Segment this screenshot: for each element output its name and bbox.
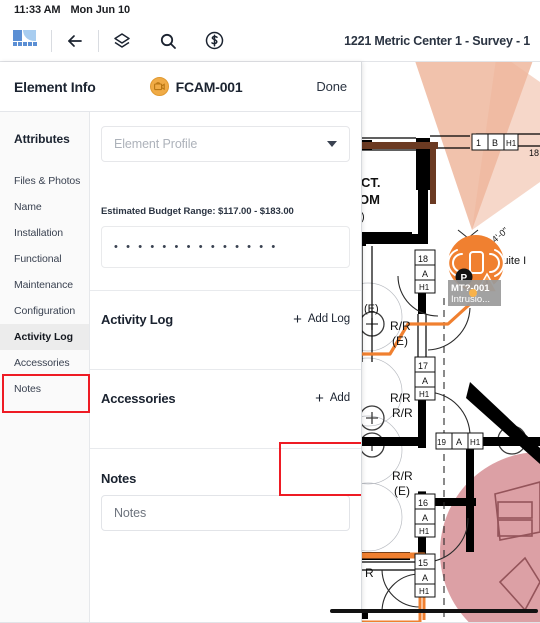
svg-text:H1: H1: [419, 283, 430, 292]
svg-text:A: A: [422, 376, 428, 386]
accessories-section: Accessories + Add: [101, 370, 350, 426]
activity-log-section: Activity Log + Add Log: [101, 291, 350, 347]
highlight-accessories-add: [279, 442, 361, 496]
svg-text:17: 17: [418, 361, 428, 371]
svg-text:H1: H1: [419, 527, 430, 536]
sidebar-item-accessories[interactable]: Accessories: [0, 350, 89, 376]
nav-header-attributes: Attributes: [14, 132, 70, 146]
svg-text:1: 1: [476, 138, 481, 148]
plus-icon: +: [315, 389, 324, 407]
svg-text:A: A: [456, 437, 462, 447]
svg-text:(E): (E): [394, 484, 410, 498]
camera-icon: [149, 77, 169, 96]
add-log-button[interactable]: + Add Log: [293, 312, 350, 327]
notes-title: Notes: [101, 471, 137, 486]
section-divider-3: [90, 448, 361, 449]
plus-icon: +: [293, 310, 302, 328]
sidebar-item-activity-log[interactable]: Activity Log: [0, 324, 89, 350]
app-root: 11:33 AM Mon Jun 10 CT. OM) Suite I R/R…: [0, 0, 540, 623]
search-icon[interactable]: [145, 20, 191, 62]
svg-text:A: A: [422, 269, 428, 279]
status-date: Mon Jun 10: [70, 4, 130, 16]
done-button[interactable]: Done: [316, 79, 347, 94]
document-title: 1221 Metric Center 1 - Survey - 1: [344, 34, 530, 48]
svg-text:OM: OM: [359, 192, 380, 207]
svg-text:H1: H1: [470, 438, 481, 447]
svg-text:R: R: [365, 566, 374, 580]
sidebar-item-maintenance[interactable]: Maintenance: [0, 272, 89, 298]
svg-text:18: 18: [418, 254, 428, 264]
horizontal-scrollbar[interactable]: [330, 609, 538, 613]
svg-text:H1: H1: [419, 587, 430, 596]
sidebar-item-functional[interactable]: Functional: [0, 246, 89, 272]
page-title: Element Info: [14, 78, 96, 95]
layers-icon[interactable]: [99, 20, 145, 62]
sidebar-item-installation[interactable]: Installation: [0, 220, 89, 246]
top-toolbar: 1221 Metric Center 1 - Survey - 1: [0, 20, 540, 62]
add-accessory-label: Add: [329, 392, 350, 404]
svg-text:(E): (E): [392, 334, 408, 348]
add-log-label: Add Log: [307, 313, 350, 325]
svg-text:A: A: [422, 573, 428, 583]
svg-text:19: 19: [437, 438, 446, 447]
attributes-content: Element Profile Estimated Budget Range: …: [90, 112, 361, 623]
element-info-panel: Element Info FCAM-001 Done Attributes Fi…: [0, 62, 362, 623]
svg-text:R/R: R/R: [392, 469, 413, 483]
element-identifier: FCAM-001: [149, 77, 243, 96]
panel-body: Attributes Files & Photos Name Installat…: [0, 112, 361, 623]
panel-header: Element Info FCAM-001 Done: [0, 62, 361, 112]
element-profile-placeholder: Element Profile: [114, 137, 198, 151]
element-profile-field: Element Profile: [101, 112, 350, 162]
element-id-label: FCAM-001: [175, 78, 243, 95]
sidebar-item-files-photos[interactable]: Files & Photos: [0, 168, 89, 194]
svg-text:CT.: CT.: [361, 175, 381, 190]
notes-input[interactable]: Notes: [101, 495, 350, 531]
attributes-nav: Attributes Files & Photos Name Installat…: [0, 112, 90, 623]
sidebar-item-configuration[interactable]: Configuration: [0, 298, 89, 324]
masked-value-field[interactable]: • • • • • • • • • • • • • •: [101, 226, 350, 268]
sidebar-item-name[interactable]: Name: [0, 194, 89, 220]
status-time: 11:33 AM: [14, 4, 61, 16]
back-button[interactable]: [52, 20, 98, 62]
add-accessory-button[interactable]: + Add: [315, 391, 350, 406]
svg-text:H1: H1: [419, 390, 430, 399]
estimated-budget-range: Estimated Budget Range: $117.00 - $183.0…: [101, 206, 294, 217]
svg-text:15: 15: [418, 558, 428, 568]
status-bar: 11:33 AM Mon Jun 10: [0, 0, 540, 20]
svg-text:H1: H1: [506, 139, 517, 148]
app-logo-icon[interactable]: [13, 29, 37, 52]
activity-log-title: Activity Log: [101, 311, 173, 327]
svg-text:B: B: [492, 138, 498, 148]
accessories-title: Accessories: [101, 390, 176, 406]
svg-text:A: A: [422, 513, 428, 523]
svg-text:(E): (E): [364, 303, 379, 315]
svg-text:18: 18: [529, 148, 539, 158]
svg-text:R/R: R/R: [390, 319, 411, 333]
element-profile-select[interactable]: Element Profile: [101, 126, 350, 162]
cost-dollar-icon[interactable]: [191, 20, 237, 62]
svg-text:R/R: R/R: [392, 406, 413, 420]
svg-text:R/R: R/R: [390, 391, 411, 405]
sidebar-item-notes[interactable]: Notes: [0, 376, 89, 402]
chevron-down-icon: [327, 141, 337, 147]
svg-text:16: 16: [418, 498, 428, 508]
